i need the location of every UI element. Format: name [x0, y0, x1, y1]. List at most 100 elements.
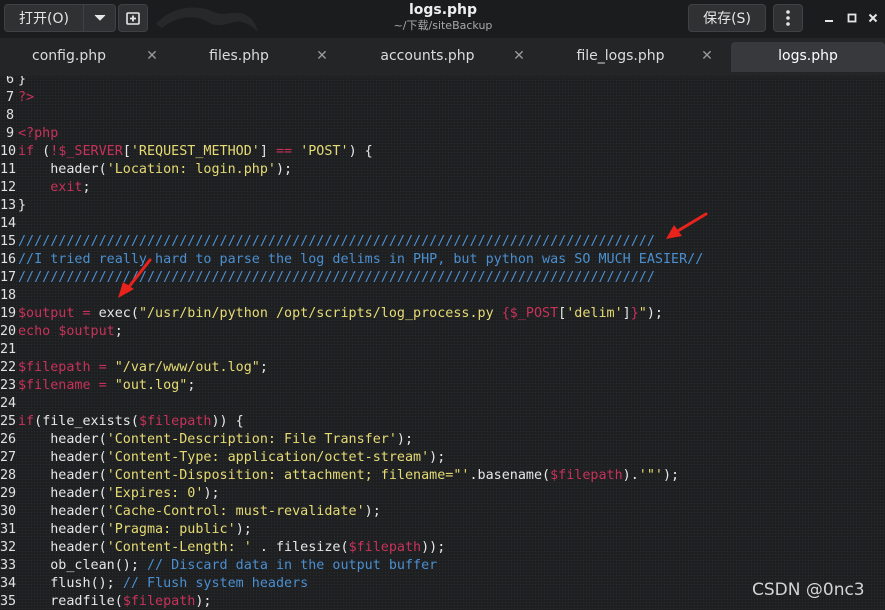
code-token: header [50, 468, 99, 483]
code-line[interactable]: 26 header('Content-Description: File Tra… [0, 431, 703, 449]
code-line[interactable]: 17//////////////////////////////////////… [0, 269, 703, 287]
code-line[interactable]: 8 [0, 107, 703, 125]
close-window-button[interactable] [864, 9, 882, 27]
code-token: ] [259, 144, 276, 159]
tab-accounts-php[interactable]: accounts.php ✕ [350, 42, 535, 72]
code-line[interactable]: 15//////////////////////////////////////… [0, 233, 703, 251]
code-token: ( [34, 414, 43, 429]
code-token: ( [130, 306, 139, 321]
code-token: ( [98, 468, 107, 483]
code-token: ( [98, 504, 107, 519]
line-number: 24 [0, 396, 17, 411]
save-button[interactable]: 保存(S) [688, 4, 766, 32]
code-token: ( [340, 540, 349, 555]
code-token: $filepath [122, 594, 196, 609]
code-token: 'REQUEST_METHOD' [130, 144, 260, 159]
code-token: filesize [276, 540, 341, 555]
code-line[interactable]: 13} [0, 197, 703, 215]
code-line[interactable]: 24 [0, 395, 703, 413]
code-line[interactable]: 28 header('Content-Disposition: attachme… [0, 467, 703, 485]
code-line[interactable]: 18 [0, 287, 703, 305]
tab-logs-php[interactable]: logs.php [731, 42, 885, 72]
tab-close-icon[interactable]: ✕ [509, 46, 529, 66]
code-line[interactable]: 22 $filepath = "/var/www/out.log"; [0, 359, 703, 377]
code-token: ?> [18, 90, 35, 105]
line-number: 8 [5, 108, 14, 123]
code-line[interactable]: 23 $filename = "out.log"; [0, 377, 703, 395]
code-token: 'Expires: 0' [106, 486, 204, 501]
line-number: 20 [0, 324, 17, 339]
code-line[interactable]: 6} [0, 76, 703, 89]
code-token: $filepath [138, 414, 212, 429]
code-line[interactable]: 29 header('Expires: 0'); [0, 485, 703, 503]
code-line[interactable]: 35 readfile($filepath); [0, 593, 703, 610]
code-line[interactable]: 11 header('Location: login.php'); [0, 161, 703, 179]
tab-config-php[interactable]: config.php ✕ [0, 42, 168, 72]
code-token: = [98, 378, 107, 393]
code-line[interactable]: 30 header('Cache-Control: must-revalidat… [0, 503, 703, 521]
code-token: 'delim' [566, 306, 623, 321]
code-line[interactable]: 19 $output = exec("/usr/bin/python /opt/s… [0, 305, 703, 323]
tab-close-icon[interactable]: ✕ [142, 46, 162, 66]
line-number: 34 [0, 576, 17, 591]
code-line[interactable]: 10 if (!$_SERVER['REQUEST_METHOD'] == 'PO… [0, 143, 703, 161]
code-line[interactable]: 34 flush(); // Flush system headers [0, 575, 703, 593]
code-token: ). [622, 468, 639, 483]
code-token: ( [98, 486, 107, 501]
code-token: ( [34, 144, 51, 159]
code-token: 'Content-Type: application/octet-stream' [106, 450, 430, 465]
line-number: 21 [0, 342, 17, 357]
line-number: 16 [0, 252, 17, 267]
code-token: header [50, 432, 99, 447]
code-token: 'Cache-Control: must-revalidate' [106, 504, 365, 519]
tab-files-php[interactable]: files.php ✕ [170, 42, 338, 72]
minimize-icon [825, 20, 833, 22]
code-token: ); [195, 594, 212, 609]
code-line[interactable]: 9 <?php [0, 125, 703, 143]
code-line[interactable]: 7 ?> [0, 89, 703, 107]
menu-button[interactable] [773, 4, 803, 32]
tab-label: file_logs.php [576, 48, 665, 64]
code-line[interactable]: 16//I tried really hard to parse the log… [0, 251, 703, 269]
code-token: ( [98, 162, 107, 177]
new-document-button[interactable] [118, 4, 148, 32]
code-token: " [638, 306, 647, 321]
line-number: 14 [0, 216, 17, 231]
code-line[interactable]: 31 header('Pragma: public'); [0, 521, 703, 539]
code-token: header [50, 486, 99, 501]
code-token: ( [98, 432, 107, 447]
tab-file-logs-php[interactable]: file_logs.php ✕ [548, 42, 723, 72]
code-line[interactable]: 27 header('Content-Type: application/oct… [0, 449, 703, 467]
code-line[interactable]: 32 header('Content-Length: ' . filesize(… [0, 539, 703, 557]
minimize-button[interactable] [820, 9, 838, 27]
code-token: $output [18, 306, 75, 321]
window-title: logs.php [408, 2, 478, 18]
tab-close-icon[interactable]: ✕ [697, 46, 717, 66]
code-line[interactable]: 33 ob_clean(); // Discard data in the ou… [0, 557, 703, 575]
code-token: ] [622, 306, 631, 321]
code-token: 'Content-Description: File Transfer' [106, 432, 397, 447]
line-number: 25 [0, 414, 17, 429]
open-dropdown-button[interactable] [84, 4, 116, 32]
code-line[interactable]: 20 echo $output; [0, 323, 703, 341]
code-token: header [50, 540, 99, 555]
maximize-button[interactable] [843, 9, 861, 27]
line-number: 22 [0, 360, 17, 375]
code-line[interactable]: 25 if(file_exists($filepath)) { [0, 413, 703, 431]
line-number: 9 [5, 126, 14, 141]
code-token: } [18, 76, 27, 87]
code-line[interactable]: 21 [0, 341, 703, 359]
open-button[interactable]: 打开(O) [4, 4, 84, 32]
code-line[interactable]: 14 [0, 215, 703, 233]
code-editor[interactable]: 6} 7 ?> 8 9 <?php 10 if (!$_SERVER['REQUEST_MET… [0, 76, 885, 610]
code-token: (); [90, 576, 123, 591]
code-line[interactable]: 12 exit; [0, 179, 703, 197]
code-token: ; [82, 180, 91, 195]
tab-bar: config.php ✕ files.php ✕ accounts.php ✕ … [0, 38, 885, 76]
code-token: ; [187, 378, 196, 393]
tab-close-icon[interactable]: ✕ [312, 46, 332, 66]
